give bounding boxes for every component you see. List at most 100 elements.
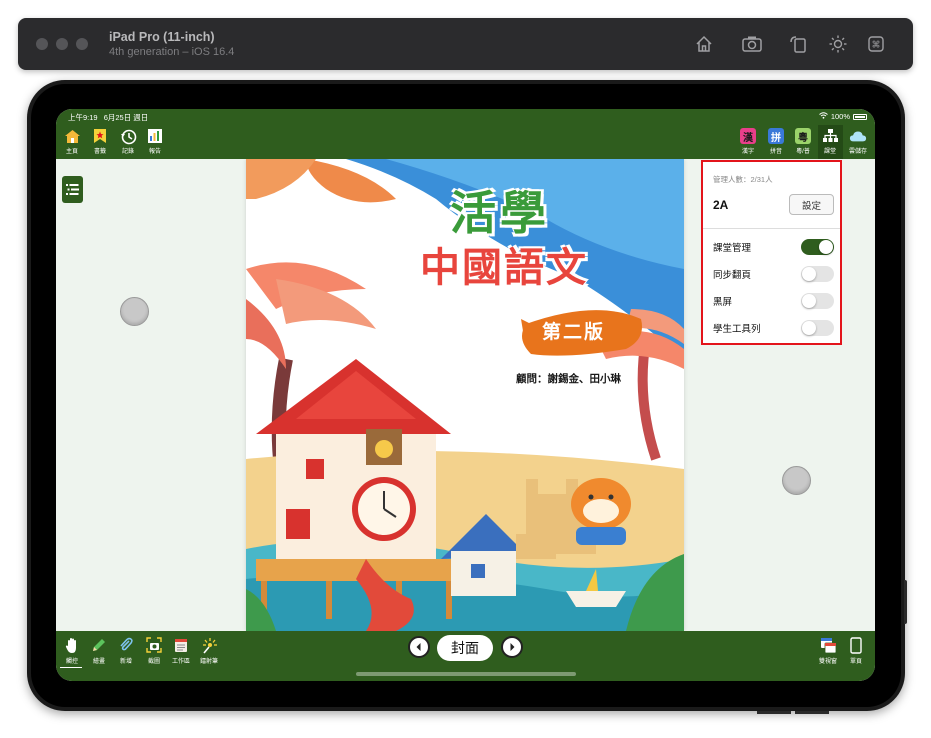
toolbar-report-label: 報告 xyxy=(148,149,161,155)
pen-icon xyxy=(90,636,108,654)
simulator-toolbar: iPad Pro (11-inch) 4th generation – iOS … xyxy=(18,18,913,70)
toolbar-pinyin-label: 拼音 xyxy=(769,149,782,155)
minimize-window-button[interactable] xyxy=(56,38,68,50)
toggle-label: 黑屏 xyxy=(713,297,733,308)
device-name: iPad Pro (11-inch) xyxy=(109,30,215,44)
ipad-screen: 活學 中國語文 第二版 顧問：謝錫金、田小琳 上午9:19 6月25日 週日 1… xyxy=(56,109,875,681)
status-indicators: 100% xyxy=(818,112,867,121)
volume-button-2 xyxy=(795,711,829,714)
home-icon xyxy=(63,127,81,145)
power-button xyxy=(904,580,907,624)
panel-divider xyxy=(703,228,840,229)
status-time-date: 上午9:19 6月25日 週日 xyxy=(68,112,148,123)
next-page-button[interactable] xyxy=(501,636,523,658)
toggle-label: 學生工具列 xyxy=(713,324,761,335)
assistive-touch-left[interactable] xyxy=(120,297,149,326)
appearance-icon[interactable] xyxy=(826,32,850,56)
device-os: 4th generation – iOS 16.4 xyxy=(109,46,235,58)
chevron-left-icon xyxy=(416,643,421,651)
toolbar-bookmark-button[interactable]: 書籤 xyxy=(87,127,113,157)
battery-icon xyxy=(853,113,867,120)
bottom-capture-label: 截圖 xyxy=(147,659,160,665)
touch-icon xyxy=(63,636,81,654)
pinyin-icon-wrap: 拼 xyxy=(767,127,785,145)
command-icon[interactable]: ⌘ xyxy=(864,32,888,56)
active-tool-underline xyxy=(60,667,82,668)
table-of-contents-button[interactable] xyxy=(62,176,83,203)
class-name: 2A xyxy=(713,198,729,212)
student-toolbar-toggle[interactable] xyxy=(801,320,834,336)
laser-icon xyxy=(200,636,218,654)
bottom-draw-button[interactable]: 繪畫 xyxy=(86,636,112,668)
home-icon[interactable] xyxy=(692,32,716,56)
bottom-laser-button[interactable]: 鐳射筆 xyxy=(196,636,222,668)
toolbar-cantonese-button[interactable]: 粵 粵/普 xyxy=(790,127,816,157)
toolbar-pinyin-button[interactable]: 拼 拼音 xyxy=(763,127,789,157)
bottom-toolbar: 觸控 繪畫 新增 截圖 工作區 鐳射筆 封面 雙視窗 單頁 xyxy=(56,631,875,681)
toolbar-classroom-label: 課堂 xyxy=(823,149,836,155)
book-cover[interactable]: 活學 中國語文 第二版 顧問：謝錫金、田小琳 xyxy=(246,159,684,631)
report-icon xyxy=(146,127,164,145)
toolbar-cloud-button[interactable]: 雲儲存 xyxy=(845,127,871,157)
black-screen-toggle[interactable] xyxy=(801,293,834,309)
paperclip-icon xyxy=(117,636,135,654)
zoom-window-button[interactable] xyxy=(76,38,88,50)
manager-count: 管理人數：2/31人 xyxy=(713,175,773,184)
hanzi-icon: 漢 xyxy=(740,128,756,144)
rotate-icon[interactable] xyxy=(786,32,810,56)
toggle-row-classroom-management: 課堂管理 xyxy=(713,238,834,256)
toggle-label: 課堂管理 xyxy=(713,243,752,254)
toolbar-hanzi-label: 漢字 xyxy=(741,149,754,155)
bottom-touch-button[interactable]: 觸控 xyxy=(59,636,85,668)
toolbar-home-label: 主頁 xyxy=(65,149,78,155)
battery-percent: 100% xyxy=(830,112,850,121)
toggle-row-student-toolbar: 學生工具列 xyxy=(713,319,834,337)
sync-page-toggle[interactable] xyxy=(801,266,834,282)
bottom-laser-label: 鐳射筆 xyxy=(199,659,218,665)
classroom-management-toggle[interactable] xyxy=(801,239,834,255)
dual-view-icon xyxy=(819,636,837,654)
book-advisors: 顧問：謝錫金、田小琳 xyxy=(516,373,621,385)
toolbar-home-button[interactable]: 主頁 xyxy=(59,127,85,157)
screenshot-icon[interactable] xyxy=(740,32,764,56)
status-time: 上午9:19 xyxy=(68,113,98,122)
bottom-single-page-button[interactable]: 單頁 xyxy=(843,636,869,668)
history-icon xyxy=(119,127,137,145)
bottom-add-button[interactable]: 新增 xyxy=(113,636,139,668)
capture-icon xyxy=(145,636,163,654)
toolbar-bookmark-label: 書籤 xyxy=(93,149,106,155)
pinyin-icon: 拼 xyxy=(768,128,784,144)
toolbar-classroom-button[interactable]: 課堂 xyxy=(817,127,843,157)
volume-button-1 xyxy=(757,711,791,714)
home-indicator xyxy=(356,672,576,676)
toolbar-cantonese-label: 粵/普 xyxy=(796,149,810,155)
status-date: 6月25日 週日 xyxy=(103,113,149,122)
bottom-touch-label: 觸控 xyxy=(65,659,78,665)
book-edition: 第二版 xyxy=(542,321,606,343)
toolbar-hanzi-button[interactable]: 漢 漢字 xyxy=(735,127,761,157)
toggle-label: 同步翻頁 xyxy=(713,270,752,281)
bottom-add-label: 新增 xyxy=(119,659,132,665)
list-icon xyxy=(66,184,79,195)
bottom-dual-view-button[interactable]: 雙視窗 xyxy=(815,636,841,668)
top-toolbar: 上午9:19 6月25日 週日 100% 主頁 書籤 記錄 報告 漢 漢字 拼 … xyxy=(56,109,875,159)
assistive-touch-right[interactable] xyxy=(782,466,811,495)
close-window-button[interactable] xyxy=(36,38,48,50)
bottom-workspace-button[interactable]: 工作區 xyxy=(168,636,194,668)
bottom-dual-view-label: 雙視窗 xyxy=(818,659,837,665)
previous-page-button[interactable] xyxy=(408,636,430,658)
toolbar-cloud-label: 雲儲存 xyxy=(848,149,867,155)
book-title-line2: 中國語文 xyxy=(420,245,588,291)
toolbar-history-label: 記錄 xyxy=(121,149,134,155)
current-page-label[interactable]: 封面 xyxy=(437,635,493,661)
bottom-draw-label: 繪畫 xyxy=(92,659,105,665)
toolbar-history-button[interactable]: 記錄 xyxy=(115,127,141,157)
toolbar-report-button[interactable]: 報告 xyxy=(142,127,168,157)
cantonese-icon: 粵 xyxy=(795,128,811,144)
single-page-icon xyxy=(847,636,865,654)
hanzi-icon-wrap: 漢 xyxy=(739,127,757,145)
toggle-row-black-screen: 黑屏 xyxy=(713,292,834,310)
toggle-row-sync-page: 同步翻頁 xyxy=(713,265,834,283)
bottom-capture-button[interactable]: 截圖 xyxy=(141,636,167,668)
settings-button[interactable]: 設定 xyxy=(789,194,834,215)
